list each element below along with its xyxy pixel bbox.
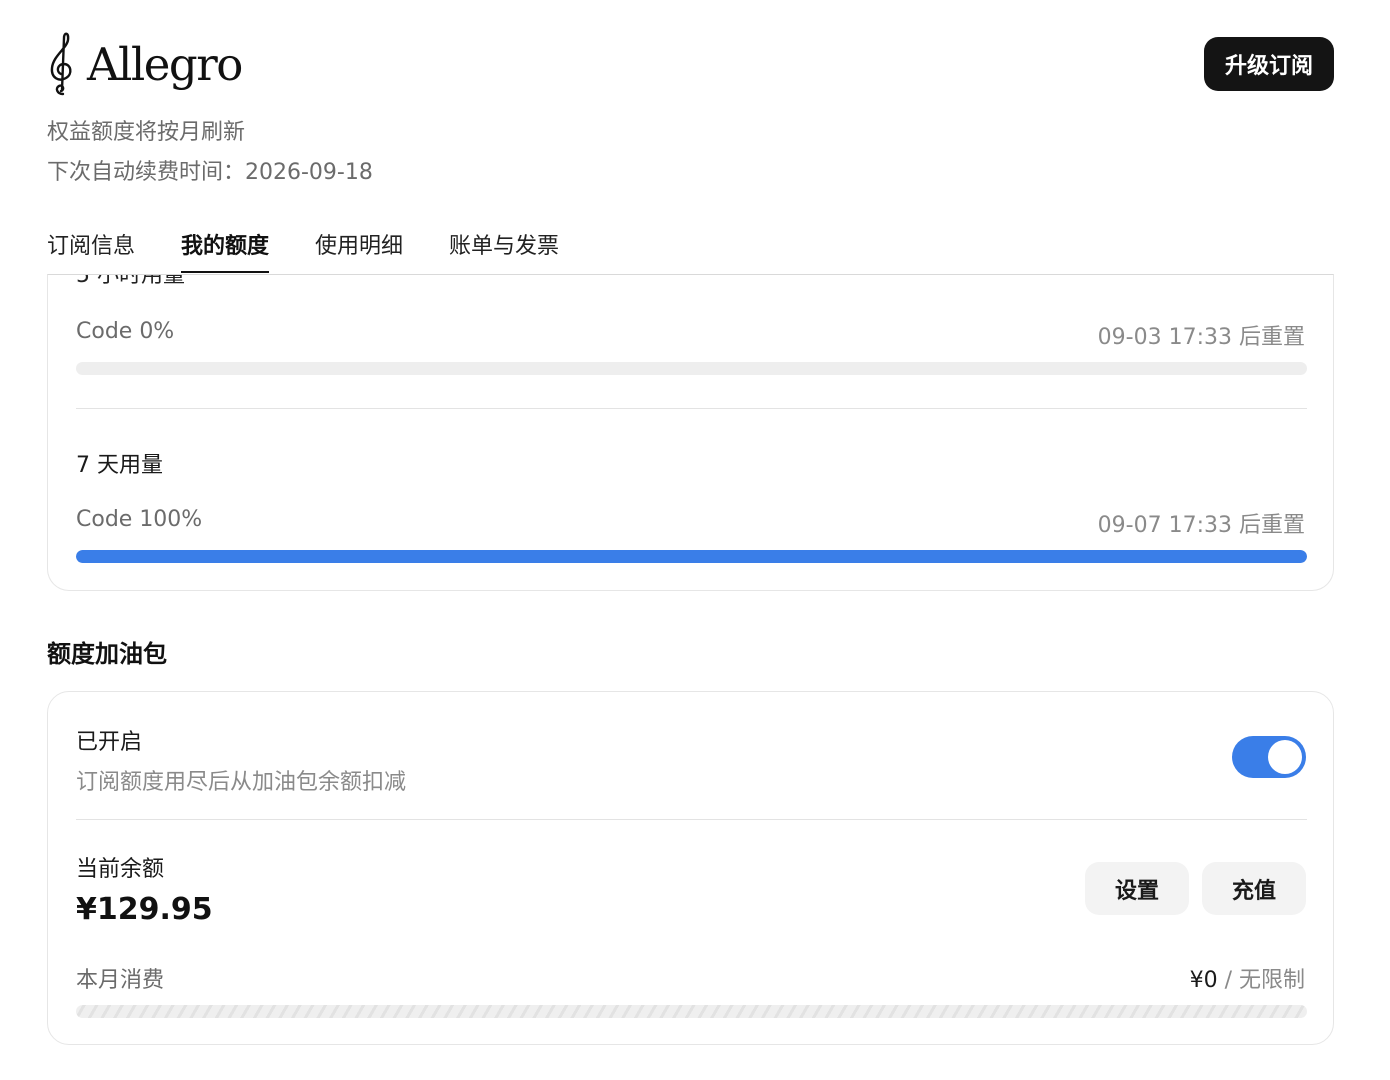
benefit-refresh-note: 权益额度将按月刷新 <box>47 120 246 145</box>
settings-button[interactable]: 设置 <box>1085 862 1189 915</box>
addon-description: 订阅额度用尽后从加油包余额扣减 <box>76 770 407 795</box>
renewal-date-text: 下次自动续费时间：2026-09-18 <box>47 160 373 185</box>
addon-divider <box>76 819 1307 820</box>
monthly-spend-amount: ¥0 <box>1189 968 1218 993</box>
monthly-spend-value: ¥0 / 无限制 <box>1190 962 1305 994</box>
balance-label: 当前余额 <box>76 857 165 882</box>
usage-divider <box>76 408 1307 409</box>
seven-day-code-usage: Code 100% <box>76 507 203 532</box>
tab-usage-details[interactable]: 使用明细 <box>315 228 403 273</box>
five-hour-usage-heading: 5 小时用量 <box>76 274 185 288</box>
addon-section-title: 额度加油包 <box>47 640 167 668</box>
monthly-spend-label: 本月消费 <box>76 968 165 993</box>
five-hour-reset-time: 09-03 17:33 后重置 <box>1097 325 1305 350</box>
usage-card[interactable]: 5 小时用量 Code 0% 09-03 17:33 后重置 7 天用量 Cod… <box>47 274 1334 591</box>
recharge-button[interactable]: 充值 <box>1202 862 1306 915</box>
treble-clef-icon <box>47 30 77 98</box>
toggle-knob <box>1268 740 1302 774</box>
brand-name: Allegro <box>87 37 243 91</box>
seven-day-progress-bar <box>76 550 1307 563</box>
five-hour-code-usage: Code 0% <box>76 319 175 344</box>
monthly-spend-separator: / <box>1217 968 1239 993</box>
brand-logo: Allegro <box>47 28 243 100</box>
monthly-spend-limit: 无限制 <box>1238 968 1305 993</box>
addon-toggle[interactable] <box>1232 736 1306 778</box>
tab-billing-invoices[interactable]: 账单与发票 <box>449 228 559 273</box>
upgrade-subscription-button[interactable]: 升级订阅 <box>1204 37 1334 91</box>
balance-value: ¥129.95 <box>76 892 213 927</box>
tab-subscription-info[interactable]: 订阅信息 <box>47 228 135 273</box>
tab-bar: 订阅信息 我的额度 使用明细 账单与发票 <box>47 215 1334 274</box>
page-header: Allegro 升级订阅 权益额度将按月刷新 下次自动续费时间：2026-09-… <box>47 28 1334 198</box>
five-hour-progress-bar <box>76 362 1307 375</box>
monthly-spend-bar <box>76 1005 1307 1018</box>
addon-status: 已开启 <box>76 730 143 755</box>
tab-my-quota[interactable]: 我的额度 <box>181 228 270 273</box>
seven-day-reset-time: 09-07 17:33 后重置 <box>1097 513 1305 538</box>
seven-day-usage-heading: 7 天用量 <box>76 453 163 478</box>
addon-card: 已开启 订阅额度用尽后从加油包余额扣减 当前余额 ¥129.95 设置 充值 本… <box>47 691 1334 1045</box>
seven-day-progress-fill <box>76 550 1307 563</box>
